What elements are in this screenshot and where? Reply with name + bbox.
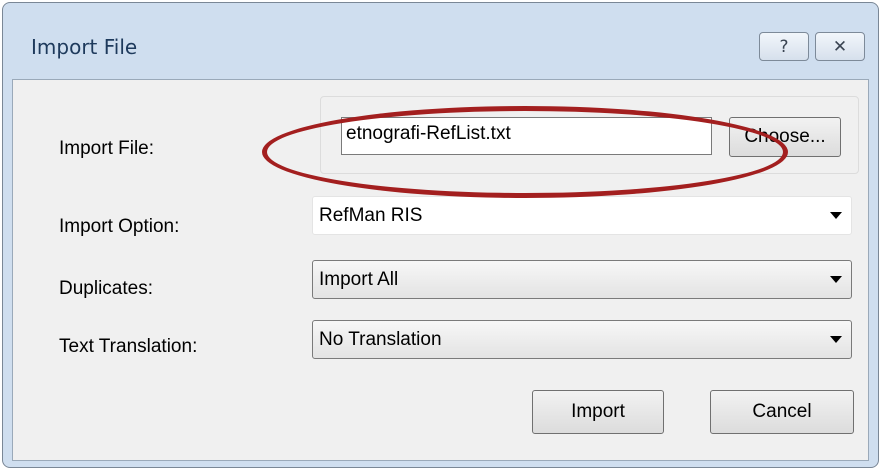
import-option-label: Import Option:	[59, 216, 180, 237]
close-button[interactable]: ✕	[815, 32, 865, 61]
text-translation-select[interactable]: No Translation	[312, 320, 852, 359]
cancel-button[interactable]: Cancel	[710, 390, 854, 434]
dialog-body: Import File: etnografi-RefList.txt Choos…	[12, 79, 869, 461]
import-file-input[interactable]: etnografi-RefList.txt	[341, 117, 712, 155]
duplicates-value: Import All	[319, 269, 399, 290]
dialog-title: Import File	[31, 35, 138, 59]
chevron-down-icon	[830, 276, 842, 283]
chevron-down-icon	[830, 336, 842, 343]
text-translation-value: No Translation	[319, 329, 442, 350]
import-option-select[interactable]: RefMan RIS	[312, 196, 852, 235]
help-button[interactable]: ?	[759, 32, 809, 61]
import-button[interactable]: Import	[532, 390, 664, 434]
import-file-dialog: Import File ? ✕ Import File: etnografi-R…	[2, 2, 879, 468]
import-option-value: RefMan RIS	[319, 205, 423, 226]
duplicates-label: Duplicates:	[59, 278, 153, 299]
close-icon: ✕	[832, 36, 848, 57]
chevron-down-icon	[830, 212, 842, 219]
text-translation-label: Text Translation:	[59, 336, 198, 357]
help-icon: ?	[779, 36, 789, 57]
import-file-label: Import File:	[59, 138, 155, 159]
file-picker-group: etnografi-RefList.txt Choose...	[320, 96, 859, 174]
choose-button[interactable]: Choose...	[729, 117, 841, 157]
duplicates-select[interactable]: Import All	[312, 260, 852, 299]
